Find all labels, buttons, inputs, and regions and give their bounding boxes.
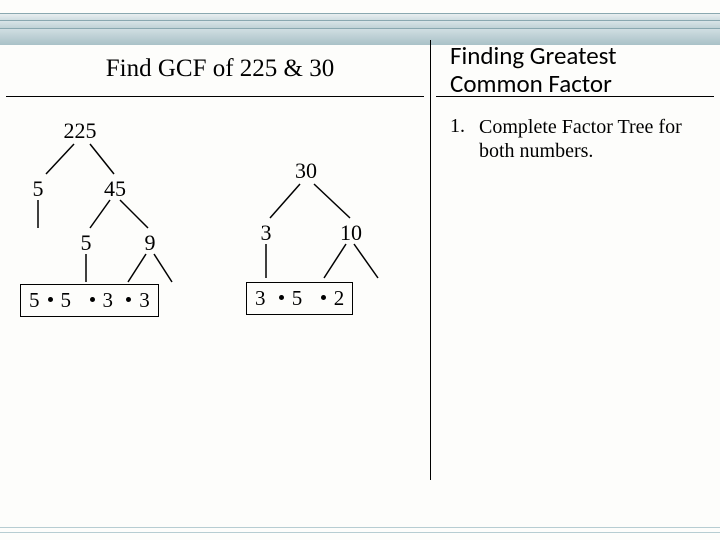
horizontal-rule-left xyxy=(6,96,424,97)
tree30-l1-right: 10 xyxy=(336,220,366,246)
prime-factor: 3 xyxy=(139,288,150,313)
tree30-root: 30 xyxy=(288,158,324,184)
prime-factor: 2 xyxy=(334,286,345,311)
tree225-l2-left: 5 xyxy=(76,230,96,256)
tree225-l2-right: 9 xyxy=(140,230,160,256)
tree30-stem-l1left xyxy=(258,244,278,280)
dot-icon xyxy=(126,297,131,302)
prime-factor: 5 xyxy=(292,286,303,311)
tree30-branch-2 xyxy=(318,244,388,280)
dot-icon xyxy=(321,295,326,300)
dot-icon xyxy=(90,297,95,302)
tree225-l1-right: 45 xyxy=(100,176,130,202)
prime-factor: 5 xyxy=(61,288,72,313)
tree30-primes-box: 3 5 2 xyxy=(246,282,353,315)
title-right: Finding Greatest Common Factor xyxy=(450,42,710,97)
tree225-primes-box: 5 5 3 3 xyxy=(20,284,159,317)
prime-factor: 3 xyxy=(103,288,114,313)
step-number: 1. xyxy=(450,115,474,138)
tree225-stem-l2left xyxy=(78,254,98,284)
title-left: Find GCF of 225 & 30 xyxy=(20,55,420,83)
header-stripe xyxy=(0,13,720,20)
tree30-branch-1 xyxy=(262,184,362,220)
dot-icon xyxy=(279,295,284,300)
vertical-divider xyxy=(430,40,431,480)
footer-rule xyxy=(0,532,720,533)
footer-rule xyxy=(0,527,720,528)
step-text: Complete Factor Tree for both numbers. xyxy=(479,115,704,163)
tree225-branch-1 xyxy=(38,144,128,176)
tree30-l1-left: 3 xyxy=(256,220,276,246)
tree225-l1-left: 5 xyxy=(28,176,48,202)
prime-factor: 3 xyxy=(255,286,266,311)
step-1: 1. Complete Factor Tree for both numbers… xyxy=(450,115,710,163)
tree225-root: 225 xyxy=(55,118,105,144)
header-stripe xyxy=(0,20,720,28)
dot-icon xyxy=(48,297,53,302)
tree225-branch-2 xyxy=(84,200,164,232)
prime-factor: 5 xyxy=(29,288,40,313)
tree225-branch-3 xyxy=(120,254,180,284)
tree225-stem-l1left xyxy=(30,200,50,230)
